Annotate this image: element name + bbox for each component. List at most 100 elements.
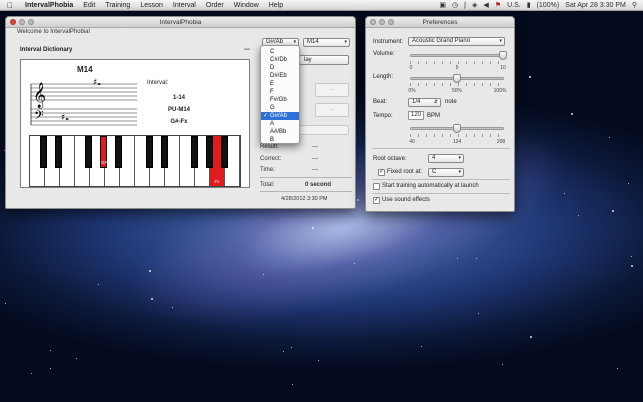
dropdown-item[interactable]: F#/Gb <box>261 96 299 104</box>
dropdown-item[interactable]: F <box>261 88 299 96</box>
dropdown-item-selected[interactable]: ✓ G#/Ab <box>261 112 299 120</box>
piano-keyboard[interactable]: Fx G# <box>29 135 241 187</box>
bass-clef-icon: 𝄢 <box>34 108 44 126</box>
time-machine-icon[interactable]: ◷ <box>452 1 458 9</box>
star-icon <box>476 258 477 259</box>
tempo-slider-knob[interactable] <box>453 124 461 133</box>
close-button[interactable] <box>10 19 16 25</box>
auto-start-label: Start training automatically at launch <box>382 183 479 189</box>
close-button[interactable] <box>370 19 376 25</box>
window-controls <box>10 19 34 25</box>
piano-white-key[interactable] <box>120 136 135 186</box>
answer-slot-2[interactable]: --- <box>315 103 349 117</box>
star-icon <box>564 193 565 194</box>
input-source-label[interactable]: U.S. <box>507 2 521 9</box>
menu-edit[interactable]: Edit <box>78 2 100 9</box>
result-label: Result: <box>260 144 279 150</box>
star-icon <box>283 351 284 352</box>
interval-select[interactable]: M14 ▾ <box>303 38 350 47</box>
play-button[interactable]: lay <box>299 55 349 65</box>
flag-icon[interactable]: ⚑ <box>495 1 501 9</box>
volume-slider-knob[interactable] <box>499 51 507 60</box>
main-window-titlebar[interactable]: IntervalPhobia <box>6 17 355 28</box>
zoom-button[interactable] <box>28 19 34 25</box>
minimize-button[interactable] <box>379 19 385 25</box>
main-window-title: IntervalPhobia <box>159 19 202 26</box>
piano-black-key[interactable] <box>206 136 213 168</box>
piano-black-key-highlighted[interactable]: G# <box>100 136 107 168</box>
piano-black-key[interactable] <box>40 136 47 168</box>
piano-black-key[interactable] <box>161 136 168 168</box>
piano-black-key[interactable] <box>146 136 153 168</box>
dropdown-item[interactable]: D <box>261 64 299 72</box>
dropdown-item[interactable]: C <box>261 48 299 56</box>
root-dropdown-menu[interactable]: C C#/Db D D#/Eb E F F#/Gb G ✓ G#/Ab A A#/… <box>260 45 300 144</box>
wifi-icon[interactable]: ◈ <box>472 1 477 9</box>
beat-select[interactable]: 1/4 ⇵ <box>408 98 441 107</box>
dropdown-item[interactable]: D#/Eb <box>261 72 299 80</box>
interval-code: PU-M14 <box>167 107 191 113</box>
volume-icon[interactable]: ◀ <box>483 1 488 9</box>
battery-icon[interactable]: ▮ <box>527 1 531 9</box>
bluetooth-icon[interactable]: ∫ <box>464 2 466 9</box>
menubar-clock[interactable]: Sat Apr 28 3:30 PM <box>565 2 626 9</box>
dropdown-item[interactable]: A#/Bb <box>261 128 299 136</box>
volume-tick-min: 0 <box>409 65 413 71</box>
menu-order[interactable]: Order <box>201 2 229 9</box>
display-icon[interactable]: ▣ <box>439 1 446 9</box>
piano-black-key[interactable] <box>115 136 122 168</box>
window-controls <box>370 19 394 25</box>
battery-percent[interactable]: (100%) <box>537 2 560 9</box>
dropdown-item[interactable]: E <box>261 80 299 88</box>
star-icon <box>263 274 264 275</box>
preferences-titlebar[interactable]: Preferences <box>366 17 514 28</box>
bass-staff-lines <box>31 108 137 126</box>
menu-training[interactable]: Training <box>100 2 135 9</box>
star-icon <box>50 350 51 351</box>
tempo-field[interactable]: 120 <box>408 111 424 120</box>
answer-slot-1[interactable]: --- <box>315 83 349 97</box>
length-slider[interactable] <box>410 74 504 83</box>
menu-interval[interactable]: Interval <box>168 2 201 9</box>
dropdown-item[interactable]: G <box>261 104 299 112</box>
dropdown-item[interactable]: C#/Db <box>261 56 299 64</box>
root-octave-select[interactable]: 4 ▾ <box>428 154 464 163</box>
length-slider-knob[interactable] <box>453 74 461 83</box>
piano-white-key[interactable] <box>60 136 75 186</box>
correct-value: --- <box>312 156 318 162</box>
tempo-slider[interactable] <box>410 124 504 133</box>
piano-black-key[interactable] <box>55 136 62 168</box>
instrument-select[interactable]: Acoustic Grand Piano ▾ <box>408 37 505 46</box>
menu-window[interactable]: Window <box>229 2 264 9</box>
answer-button[interactable] <box>295 125 349 135</box>
minimize-button[interactable] <box>19 19 25 25</box>
dropdown-item-label: F <box>270 89 274 95</box>
chevron-down-icon: ▾ <box>344 39 347 45</box>
sound-effects-checkbox[interactable]: ✓ <box>373 197 380 204</box>
menu-app-name[interactable]: IntervalPhobia <box>20 2 78 9</box>
instrument-select-value: Acoustic Grand Piano <box>412 38 471 44</box>
dropdown-item-label: E <box>270 81 275 87</box>
fixed-root-select[interactable]: C ▾ <box>428 168 464 177</box>
auto-start-checkbox[interactable] <box>373 183 380 190</box>
piano-black-key[interactable] <box>191 136 198 168</box>
star-icon <box>617 368 618 369</box>
menubar:  IntervalPhobia Edit Training Lesson In… <box>0 0 643 11</box>
piano-black-key[interactable] <box>221 136 228 168</box>
dropdown-item[interactable]: A <box>261 120 299 128</box>
apple-menu-icon[interactable]:  <box>0 1 20 10</box>
star-icon <box>421 346 422 347</box>
fixed-root-checkbox[interactable]: ✓ <box>378 169 385 176</box>
chevron-down-icon: ▾ <box>458 155 461 161</box>
menu-lesson[interactable]: Lesson <box>135 2 168 9</box>
length-ticks <box>410 83 504 86</box>
menu-help[interactable]: Help <box>264 2 288 9</box>
piano-black-key[interactable] <box>85 136 92 168</box>
spotlight-search-icon[interactable]: ⚲ <box>632 1 637 9</box>
volume-slider[interactable] <box>410 51 507 60</box>
zoom-button[interactable] <box>388 19 394 25</box>
star-icon <box>502 364 503 365</box>
fixed-root-label: Fixed root at: <box>387 169 423 175</box>
dropdown-item[interactable]: B <box>261 136 299 144</box>
dropdown-item-label: D#/Eb <box>270 73 287 79</box>
